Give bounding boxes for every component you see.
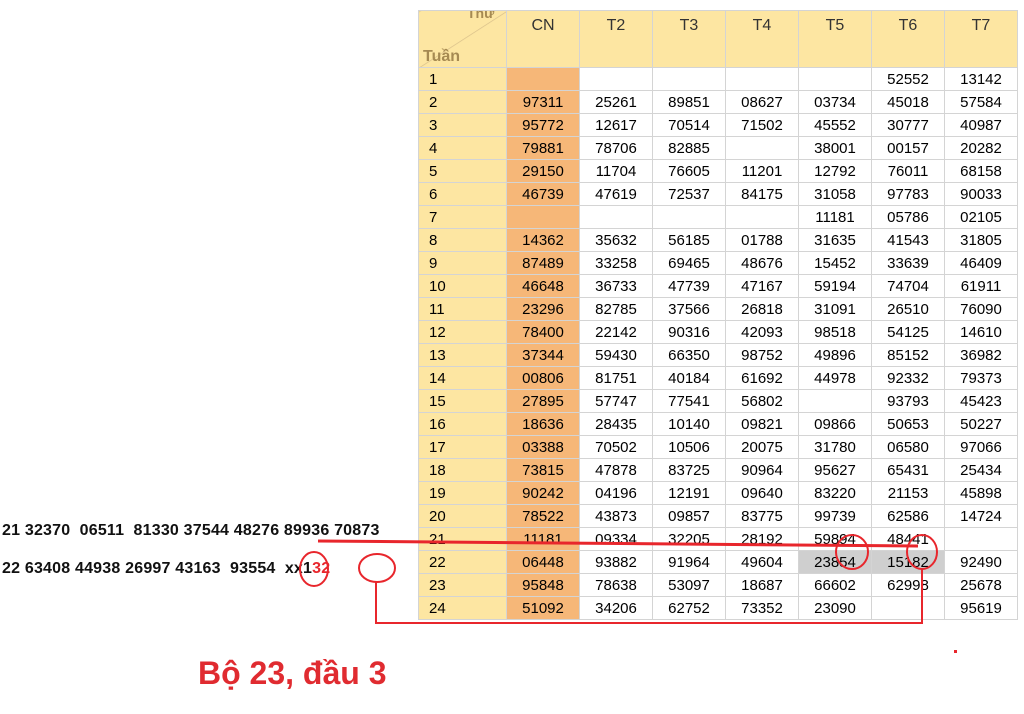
caption-text: Bộ 23, đầu 3 [198,655,387,691]
connector-bracket [375,569,923,624]
circle-mark-54-table [835,534,869,570]
annotation-overlay [299,534,957,653]
connector-line-horizontal [317,539,919,548]
circle-mark-32 [358,553,396,583]
circle-mark-82-table [906,534,938,570]
circle-mark-54-left [299,551,329,587]
small-red-dot [954,650,957,653]
